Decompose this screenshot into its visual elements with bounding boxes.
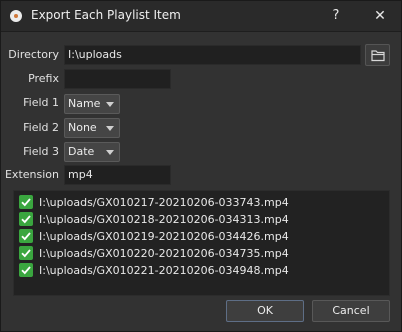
checkbox[interactable] xyxy=(19,263,33,277)
title-bar: Export Each Playlist Item ? ✕ xyxy=(1,1,401,32)
checkmark-icon xyxy=(21,266,31,275)
item-path: I:\uploads/GX010217-20210206-033743.mp4 xyxy=(39,196,289,209)
item-path: I:\uploads/GX010220-20210206-034735.mp4 xyxy=(39,247,289,260)
checkbox[interactable] xyxy=(19,195,33,209)
directory-label: Directory xyxy=(8,48,59,61)
extension-field[interactable]: mp4 xyxy=(64,165,171,185)
checkmark-icon xyxy=(21,198,31,207)
field2-value: None xyxy=(68,121,97,134)
chevron-down-icon xyxy=(106,150,114,155)
window-title: Export Each Playlist Item xyxy=(31,8,181,22)
field3-select[interactable]: Date xyxy=(64,142,120,162)
field1-value: Name xyxy=(68,97,101,110)
prefix-label: Prefix xyxy=(28,72,59,85)
item-path: I:\uploads/GX010221-20210206-034948.mp4 xyxy=(39,264,289,277)
field2-select[interactable]: None xyxy=(64,118,120,138)
close-button[interactable]: ✕ xyxy=(369,5,391,27)
cancel-button[interactable]: Cancel xyxy=(312,300,390,322)
field1-select[interactable]: Name xyxy=(64,94,120,114)
chevron-down-icon xyxy=(106,102,114,107)
checkmark-icon xyxy=(21,232,31,241)
ok-button[interactable]: OK xyxy=(226,300,304,322)
browse-button[interactable] xyxy=(365,44,390,66)
directory-field[interactable]: I:\uploads xyxy=(64,45,361,65)
item-path: I:\uploads/GX010218-20210206-034313.mp4 xyxy=(39,213,289,226)
checkbox[interactable] xyxy=(19,229,33,243)
checkmark-icon xyxy=(21,249,31,258)
checkbox[interactable] xyxy=(19,246,33,260)
app-logo-icon xyxy=(10,10,22,22)
folder-icon xyxy=(371,50,385,62)
item-path: I:\uploads/GX010219-20210206-034426.mp4 xyxy=(39,230,289,243)
field1-label: Field 1 xyxy=(23,96,59,109)
field3-label: Field 3 xyxy=(23,145,59,158)
prefix-field[interactable] xyxy=(64,69,171,89)
chevron-down-icon xyxy=(106,126,114,131)
checkbox[interactable] xyxy=(19,212,33,226)
playlist-items-list: I:\uploads/GX010217-20210206-033743.mp4 … xyxy=(13,190,390,296)
checkmark-icon xyxy=(21,215,31,224)
extension-label: Extension xyxy=(4,168,59,181)
field2-label: Field 2 xyxy=(23,121,59,134)
help-button[interactable]: ? xyxy=(325,5,347,27)
field3-value: Date xyxy=(68,145,95,158)
export-dialog: Export Each Playlist Item ? ✕ Directory … xyxy=(0,0,402,332)
